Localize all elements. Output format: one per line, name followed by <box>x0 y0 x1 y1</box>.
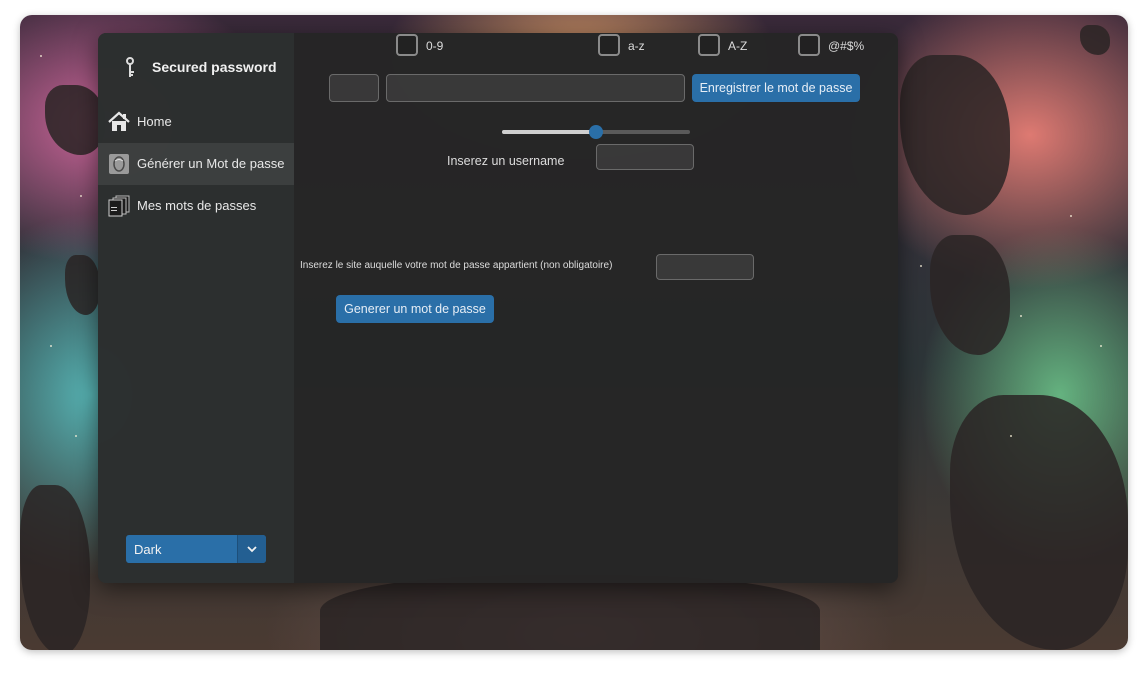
wallpaper-star <box>1070 215 1072 217</box>
wallpaper-rock <box>65 255 100 315</box>
wallpaper-rock <box>930 235 1010 355</box>
sidebar-item-label: Générer un Mot de passe <box>137 156 285 171</box>
sidebar-item-home[interactable]: Home <box>98 101 294 143</box>
slider-fill <box>502 130 596 134</box>
checkbox-label: A-Z <box>728 39 748 53</box>
wallpaper-star <box>75 435 77 437</box>
theme-select-toggle[interactable] <box>237 535 266 563</box>
home-icon <box>108 111 130 131</box>
sidebar-item-label: Home <box>137 114 172 129</box>
username-input[interactable] <box>596 144 694 170</box>
theme-select[interactable]: Dark <box>126 535 266 563</box>
key-icon <box>126 57 134 77</box>
generate-password-button[interactable]: Generer un mot de passe <box>336 295 494 323</box>
wallpaper-star <box>920 265 922 267</box>
checkbox-box[interactable] <box>598 34 620 56</box>
chevron-down-icon <box>247 546 257 553</box>
sidebar-item-label: Mes mots de passes <box>137 198 257 213</box>
wallpaper-star <box>80 195 82 197</box>
generated-password-field[interactable] <box>386 74 685 102</box>
checkbox-label: @#$% <box>828 39 865 53</box>
site-label: Inserez le site auquelle votre mot de pa… <box>300 260 613 271</box>
checkbox-label: 0-9 <box>426 39 444 53</box>
app-header: Secured password <box>98 55 294 79</box>
wallpaper-rock <box>45 85 105 155</box>
checkbox-box[interactable] <box>698 34 720 56</box>
wallpaper-rock <box>900 55 1010 215</box>
wallpaper-rock <box>320 575 820 650</box>
username-label: Inserez un username <box>447 154 565 168</box>
password-list-icon <box>108 195 130 217</box>
sidebar-item-generate[interactable]: Générer un Mot de passe <box>98 143 294 185</box>
generate-icon <box>109 154 129 174</box>
checkbox-label: a-z <box>628 39 645 53</box>
sidebar: Secured password Home Générer un Mot de … <box>98 33 294 583</box>
theme-select-value: Dark <box>134 542 162 557</box>
save-password-button[interactable]: Enregistrer le mot de passe <box>692 74 860 102</box>
wallpaper-rock <box>950 395 1128 650</box>
slider-handle[interactable] <box>589 125 603 139</box>
wallpaper-star <box>1010 435 1012 437</box>
checkbox-box[interactable] <box>798 34 820 56</box>
length-slider[interactable] <box>502 125 690 139</box>
site-input[interactable] <box>656 254 754 280</box>
wallpaper-star <box>40 55 42 57</box>
checkbox-box[interactable] <box>396 34 418 56</box>
sidebar-item-my-passwords[interactable]: Mes mots de passes <box>98 185 294 227</box>
generator-panel: 0-9 a-z A-Z @#$% Enregistrer le mot de p… <box>294 33 898 583</box>
wallpaper-star <box>1020 315 1022 317</box>
app-window: Secured password Home Générer un Mot de … <box>98 33 898 583</box>
app-title: Secured password <box>152 59 277 75</box>
password-length-field[interactable] <box>329 74 379 102</box>
wallpaper-star <box>50 345 52 347</box>
wallpaper-star <box>1100 345 1102 347</box>
wallpaper-rock <box>1080 25 1110 55</box>
wallpaper-rock <box>20 485 90 650</box>
